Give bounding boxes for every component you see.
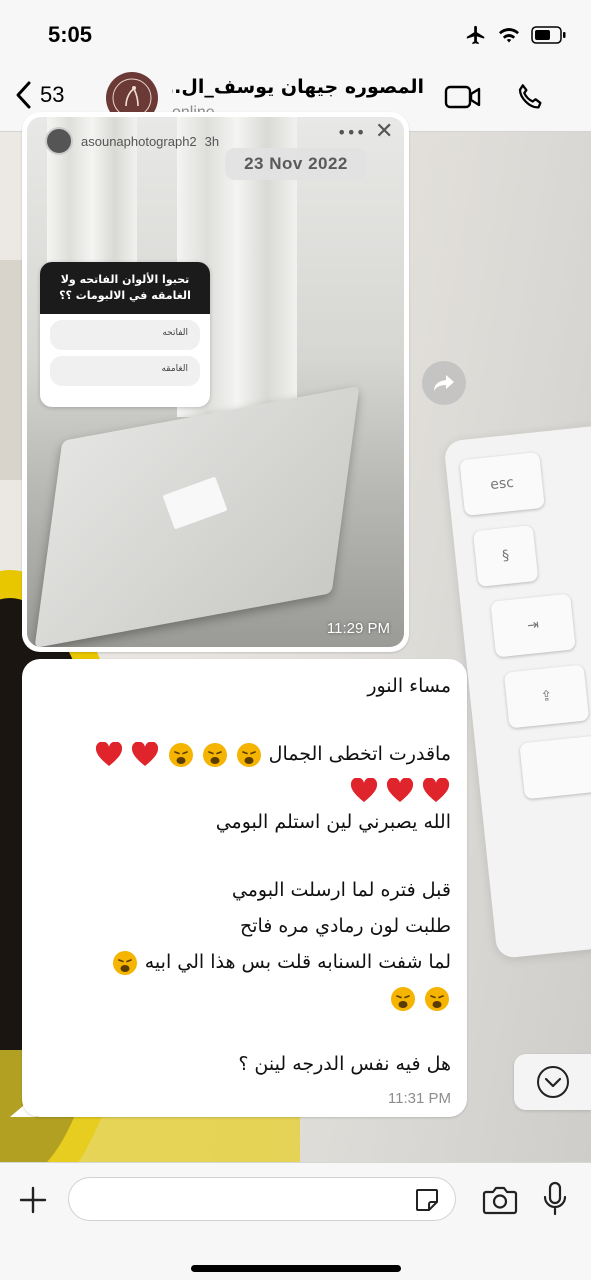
red-heart-emoji-icon — [386, 777, 413, 802]
status-bar: 5:05 — [0, 0, 591, 62]
poll-option: الغامقه — [50, 356, 200, 386]
red-heart-emoji-icon — [350, 777, 377, 802]
wallpaper-key: esc — [459, 451, 545, 516]
poll-option: الفاتحه — [50, 320, 200, 350]
message-line: الله يصبرني لين استلم البومي — [215, 811, 451, 833]
weary-face-emoji-icon — [202, 742, 227, 767]
message-input[interactable] — [68, 1177, 456, 1221]
weary-face-emoji-icon — [112, 950, 137, 975]
forward-button[interactable] — [422, 361, 466, 405]
message-emoji-line — [389, 983, 451, 1013]
story-user: asounaphotograph2 3h — [45, 127, 219, 155]
microphone-icon[interactable] — [542, 1181, 568, 1217]
status-icons — [465, 24, 567, 46]
weary-face-emoji-icon — [168, 742, 193, 767]
weary-face-emoji-icon — [236, 742, 261, 767]
close-icon: ✕ — [375, 119, 394, 144]
message-emoji-line — [349, 775, 451, 805]
wallpaper-key: § — [472, 525, 539, 587]
date-chip: 23 Nov 2022 — [225, 148, 367, 180]
message-line: طلبت لون رمادي مره فاتح — [239, 915, 451, 937]
unread-count: 53 — [40, 82, 65, 107]
status-time: 5:05 — [48, 22, 93, 47]
message-text: ماقدرت اتخطى الجمال — [268, 743, 451, 765]
airplane-icon — [466, 25, 485, 45]
back-button[interactable]: 53 — [14, 80, 64, 110]
message-line: لما شفت السنابه قلت بس هذا الي ابيه — [111, 947, 451, 977]
wifi-icon — [499, 28, 519, 43]
battery-icon — [531, 26, 566, 44]
contact-name[interactable]: المصوره جيهان يوسف_ال... — [172, 76, 424, 98]
scroll-to-bottom-button[interactable] — [514, 1054, 591, 1110]
wallpaper-key: ⇪ — [503, 664, 590, 729]
home-indicator — [191, 1265, 401, 1272]
phone-call-icon[interactable] — [514, 82, 546, 114]
story-username: asounaphotograph2 — [81, 133, 197, 149]
message-line: ماقدرت اتخطى الجمال — [94, 739, 451, 769]
wallpaper-key: ⇥ — [490, 593, 576, 658]
plus-icon[interactable] — [18, 1185, 48, 1215]
weary-face-emoji-icon — [390, 986, 415, 1011]
image-message-bubble[interactable]: asounaphotograph2 3h ••• ✕ تحبوا الألوان… — [22, 112, 409, 652]
chevron-left-icon — [16, 81, 31, 109]
message-line: قبل فتره لما ارسلت البومي — [231, 879, 451, 901]
story-reply-photo[interactable]: asounaphotograph2 3h ••• ✕ تحبوا الألوان… — [27, 117, 404, 647]
chevron-down-circle-icon — [536, 1066, 569, 1098]
camera-icon[interactable] — [482, 1185, 518, 1215]
weary-face-emoji-icon — [425, 986, 449, 1011]
text-message-bubble[interactable]: مساء النور ماقدرت اتخطى الجمال الله يصبر… — [22, 659, 467, 1117]
message-composer — [0, 1162, 591, 1280]
video-call-icon[interactable] — [444, 84, 482, 110]
red-heart-emoji-icon — [422, 777, 450, 802]
story-poll: تحبوا الألوان الفاتحه ولا الغامقه في الا… — [40, 262, 210, 407]
forward-icon — [434, 375, 454, 391]
red-heart-emoji-icon — [96, 741, 123, 766]
story-avatar — [45, 127, 73, 155]
wallpaper-key — [519, 735, 591, 800]
more-dots-icon: ••• — [337, 123, 366, 142]
message-time: 11:31 PM — [387, 1090, 451, 1107]
message-line: مساء النور — [367, 675, 451, 697]
message-text: لما شفت السنابه قلت بس هذا الي ابيه — [144, 951, 451, 973]
message-line: هل فيه نفس الدرجه لينن ؟ — [238, 1053, 451, 1075]
message-time: 11:29 PM — [326, 620, 390, 637]
story-age: 3h — [204, 133, 220, 149]
sticker-icon[interactable] — [414, 1187, 440, 1213]
red-heart-emoji-icon — [132, 741, 159, 766]
poll-question: تحبوا الألوان الفاتحه ولا الغامقه في الا… — [40, 262, 210, 314]
wallpaper-plant-shape — [0, 260, 22, 480]
